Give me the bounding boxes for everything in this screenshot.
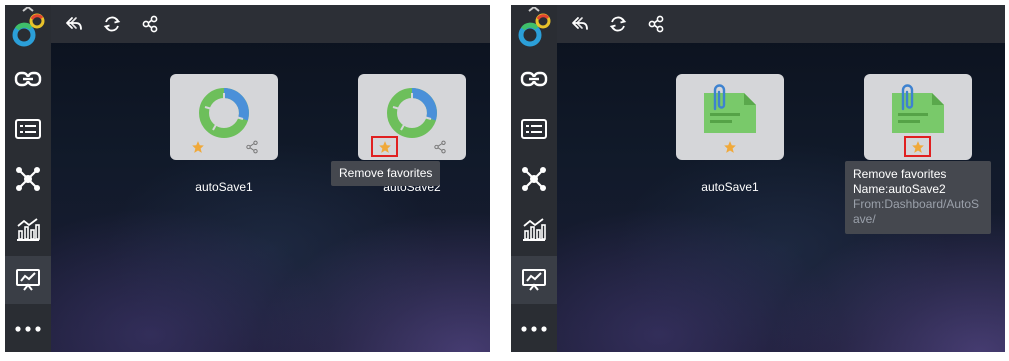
- sidebar: [5, 5, 51, 352]
- app-logo-icon: [515, 5, 553, 47]
- card-label: autoSave1: [701, 180, 759, 194]
- back-icon[interactable]: [569, 13, 591, 35]
- tooltip-path: From:Dashboard/AutoS: [853, 197, 980, 211]
- card-label: autoSave1: [195, 180, 253, 194]
- attachment-document-icon: [704, 84, 756, 133]
- sidebar: [511, 5, 557, 352]
- more-icon: [521, 326, 547, 332]
- tooltip-action: Remove favorites: [853, 167, 947, 181]
- sidebar-item-analytics[interactable]: [511, 205, 557, 253]
- left-screenshot-panel: autoSave1 autoSave2 Remove favorites: [5, 5, 490, 352]
- share-icon[interactable]: [433, 140, 447, 154]
- presentation-icon: [16, 269, 40, 291]
- tooltip-text: Remove favorites: [339, 166, 433, 180]
- share-icon[interactable]: [645, 13, 667, 35]
- share-icon[interactable]: [245, 140, 259, 154]
- bar-chart-icon: [523, 218, 546, 241]
- top-toolbar: [5, 5, 490, 43]
- sidebar-item-network[interactable]: [511, 155, 557, 203]
- refresh-icon[interactable]: [101, 13, 123, 35]
- sidebar-item-link[interactable]: [5, 55, 51, 103]
- network-icon: [522, 167, 546, 191]
- back-icon[interactable]: [63, 13, 85, 35]
- star-icon[interactable]: [191, 140, 205, 154]
- tooltip: Remove favorites Name:autoSave2 From:Das…: [845, 161, 991, 234]
- sidebar-item-more[interactable]: [5, 305, 51, 352]
- right-screenshot-panel: autoSave1 autoSave2 Remove favorites Nam…: [511, 5, 1005, 352]
- dashboard-card[interactable]: [170, 74, 278, 160]
- sidebar-item-link[interactable]: [511, 55, 557, 103]
- list-card-icon: [15, 119, 41, 139]
- sidebar-item-network[interactable]: [5, 155, 51, 203]
- sidebar-item-presentation[interactable]: [5, 256, 51, 304]
- star-highlight-box: [371, 136, 398, 157]
- app-logo-icon: [9, 5, 47, 47]
- attachment-document-icon: [892, 84, 944, 133]
- share-icon[interactable]: [139, 13, 161, 35]
- refresh-icon[interactable]: [607, 13, 629, 35]
- star-highlight-box: [904, 136, 931, 157]
- star-icon[interactable]: [723, 140, 737, 154]
- sidebar-item-list[interactable]: [511, 105, 557, 153]
- sidebar-item-more[interactable]: [511, 305, 557, 352]
- tooltip-path-cont: ave/: [853, 212, 876, 226]
- sidebar-item-analytics[interactable]: [5, 205, 51, 253]
- more-icon: [15, 326, 41, 332]
- link-icon: [14, 71, 42, 87]
- network-icon: [16, 167, 40, 191]
- presentation-icon: [522, 269, 546, 291]
- sidebar-item-presentation[interactable]: [511, 256, 557, 304]
- document-card[interactable]: [676, 74, 784, 160]
- bar-chart-icon: [17, 218, 40, 241]
- sidebar-item-list[interactable]: [5, 105, 51, 153]
- donut-chart-icon: [199, 88, 249, 138]
- donut-chart-icon: [387, 88, 437, 138]
- tooltip: Remove favorites: [331, 161, 440, 186]
- link-icon: [520, 71, 548, 87]
- list-card-icon: [521, 119, 547, 139]
- tooltip-name: Name:autoSave2: [853, 182, 946, 196]
- top-toolbar: [511, 5, 1005, 43]
